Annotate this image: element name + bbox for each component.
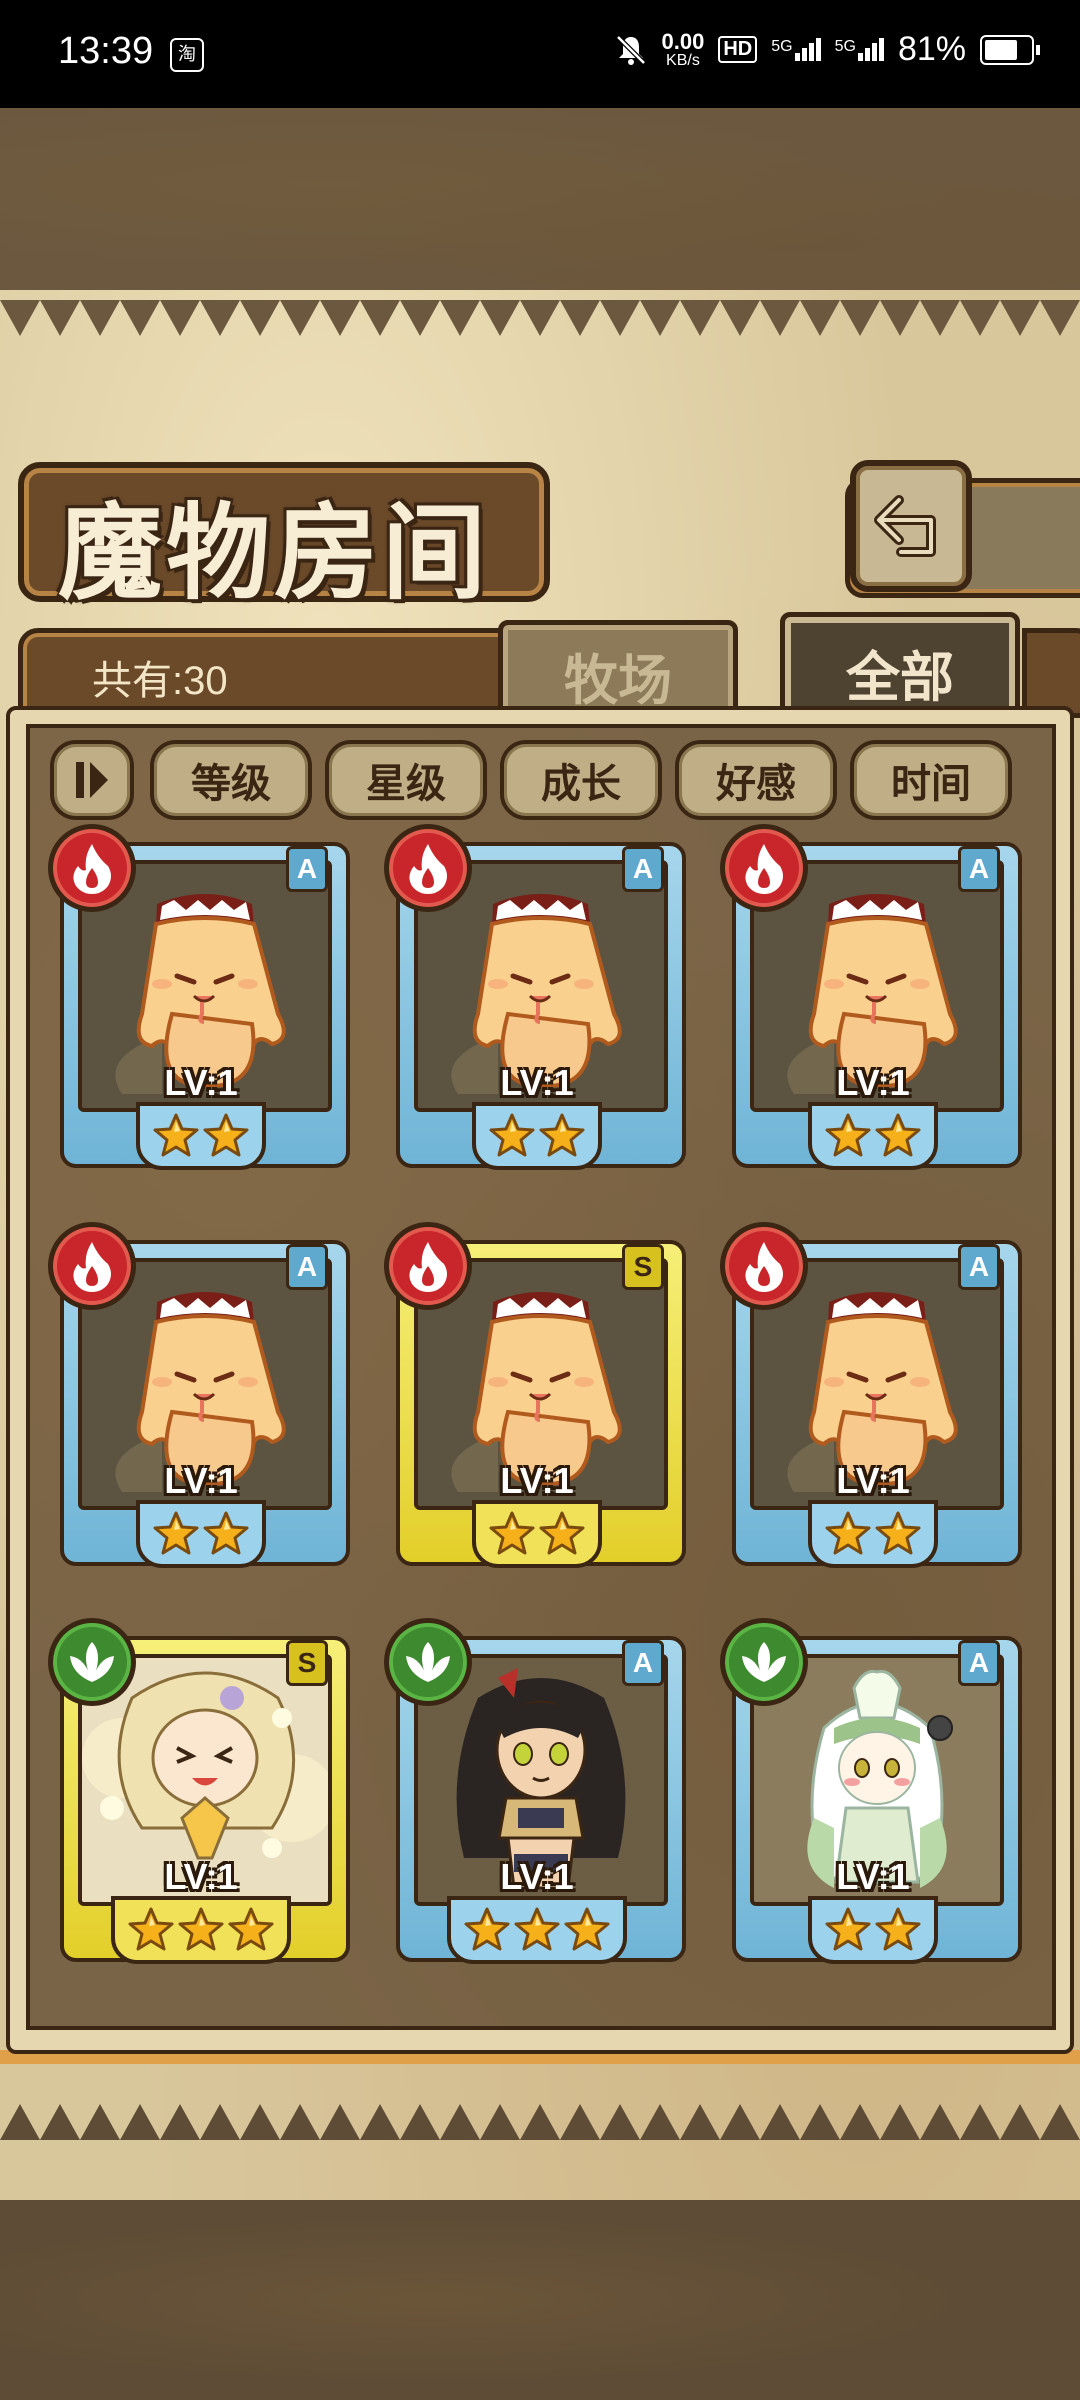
net-speed: 0.00 KB/s [661, 28, 705, 69]
monster-card[interactable]: A LV:1 [720, 1618, 1022, 1964]
sort-order-toggle[interactable] [50, 740, 134, 820]
grass-element-icon [720, 1618, 808, 1706]
monster-level: LV:1 [836, 1062, 910, 1103]
star-icon [153, 1511, 199, 1555]
monster-level: LV:1 [500, 1062, 574, 1103]
net-speed-unit: KB/s [666, 51, 700, 69]
monster-level: LV:1 [836, 1460, 910, 1501]
star-icon [825, 1511, 871, 1555]
monster-count: 共有:30 [92, 659, 228, 703]
sort-star-button[interactable]: 星级 [325, 740, 487, 820]
map-background-bottom [0, 2200, 1080, 2400]
sort-level-button[interactable]: 等级 [150, 740, 312, 820]
signal-5g-icon-1: 5G [771, 38, 821, 61]
map-background-top [0, 108, 1080, 298]
star-icon [514, 1907, 560, 1951]
fire-element-icon [384, 1222, 472, 1310]
star-icon [178, 1907, 224, 1951]
grass-element-icon [48, 1618, 136, 1706]
star-icon [464, 1907, 510, 1951]
star-icon [875, 1907, 921, 1951]
page-title: 魔物房间 [58, 491, 491, 614]
sort-growth-button[interactable]: 成长 [500, 740, 662, 820]
star-icon [228, 1907, 274, 1951]
star-rating [808, 1500, 938, 1568]
star-icon [153, 1113, 199, 1157]
monster-level: LV:1 [164, 1062, 238, 1103]
rank-badge: A [958, 1640, 1000, 1686]
sort-affection-button[interactable]: 好感 [675, 740, 837, 820]
monster-card[interactable]: A LV:1 [384, 824, 686, 1170]
star-icon [564, 1907, 610, 1951]
rank-badge: S [286, 1640, 328, 1686]
monster-card[interactable]: A LV:1 [720, 824, 1022, 1170]
star-rating [808, 1896, 938, 1964]
fire-element-icon [720, 1222, 808, 1310]
tab-row-end [1022, 628, 1080, 718]
star-icon [203, 1511, 249, 1555]
rank-badge: A [286, 1244, 328, 1290]
star-icon [489, 1511, 535, 1555]
rank-badge: A [958, 1244, 1000, 1290]
taobao-notification-icon: 淘 [170, 38, 204, 72]
monster-level: LV:1 [164, 1460, 238, 1501]
hd-icon: HD [718, 36, 758, 63]
monster-level: LV:1 [164, 1856, 238, 1897]
star-icon [825, 1907, 871, 1951]
star-icon [539, 1113, 585, 1157]
star-rating [808, 1102, 938, 1170]
fire-element-icon [720, 824, 808, 912]
battery-percent: 81% [897, 30, 966, 68]
star-rating [472, 1102, 602, 1170]
star-rating [136, 1500, 266, 1568]
mute-bell-icon [615, 34, 646, 65]
signal-5g-icon-2: 5G [835, 38, 884, 61]
rank-badge: A [622, 846, 664, 892]
fire-element-icon [384, 824, 472, 912]
signal-1-label: 5G [771, 38, 793, 55]
star-icon [825, 1113, 871, 1157]
star-icon [875, 1511, 921, 1555]
rank-badge: A [958, 846, 1000, 892]
battery-icon [980, 34, 1034, 65]
signal-2-label: 5G [834, 38, 856, 55]
monster-level: LV:1 [500, 1856, 574, 1897]
rank-badge: S [622, 1244, 664, 1290]
return-arrow-icon [874, 495, 936, 557]
parchment-edge-bottom [0, 2104, 1080, 2140]
monster-card[interactable]: A LV:1 [48, 1222, 350, 1568]
sort-time-button[interactable]: 时间 [850, 740, 1012, 820]
monster-card[interactable]: S LV:1 [384, 1222, 686, 1568]
net-speed-value: 0.00 [661, 28, 705, 54]
monster-level: LV:1 [836, 1856, 910, 1897]
rank-badge: A [622, 1640, 664, 1686]
star-icon [203, 1113, 249, 1157]
monster-card[interactable]: A LV:1 [48, 824, 350, 1170]
monster-card[interactable]: A LV:1 [384, 1618, 686, 1964]
monster-card[interactable]: A LV:1 [720, 1222, 1022, 1568]
star-icon [539, 1511, 585, 1555]
back-button[interactable] [850, 460, 972, 592]
monster-card[interactable]: S LV:1 [48, 1618, 350, 1964]
status-bar: 13:39 淘 0.00 KB/s HD 5G 5G 81% [0, 0, 1080, 108]
sort-toggle-icon [76, 762, 108, 798]
star-rating [136, 1102, 266, 1170]
star-icon [489, 1113, 535, 1157]
fire-element-icon [48, 1222, 136, 1310]
rank-badge: A [286, 846, 328, 892]
star-icon [128, 1907, 174, 1951]
parchment-edge-top [0, 300, 1080, 336]
monster-level: LV:1 [500, 1460, 574, 1501]
star-icon [875, 1113, 921, 1157]
grass-element-icon [384, 1618, 472, 1706]
star-rating [472, 1500, 602, 1568]
fire-element-icon [48, 824, 136, 912]
status-time: 13:39 [58, 30, 154, 72]
star-rating [111, 1896, 291, 1964]
star-rating [447, 1896, 627, 1964]
